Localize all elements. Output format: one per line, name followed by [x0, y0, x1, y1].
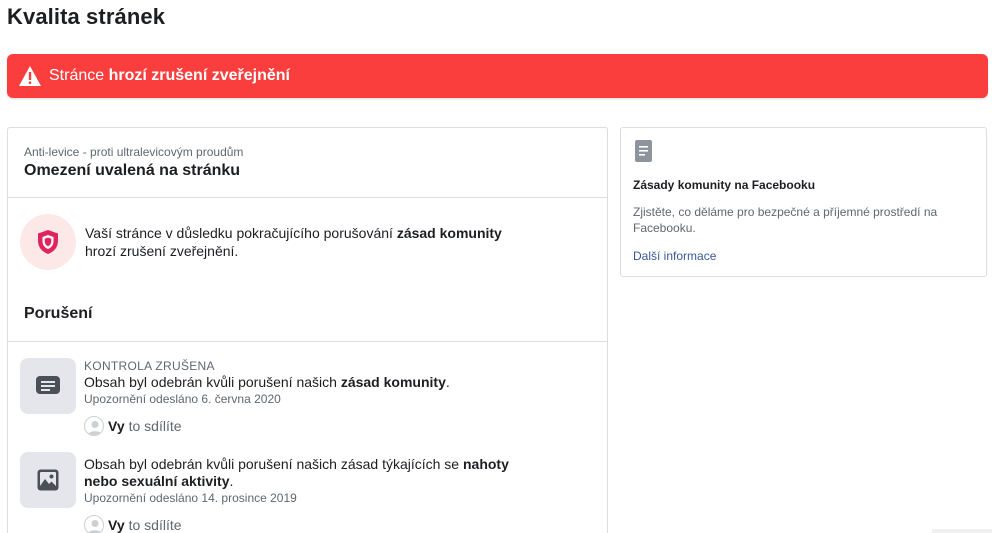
restriction-notice: Vaší stránce v důsledku pokračujícího po…: [20, 214, 515, 270]
violation-desc-bold[interactable]: zásad komunity: [341, 374, 446, 390]
alert-bold: hrozí zrušení zveřejnění: [108, 67, 290, 84]
side-text: Zjistěte, co děláme pro bezpečné a příje…: [633, 205, 938, 235]
corner-edge: [932, 529, 992, 533]
share-text: to sdílíte: [128, 418, 182, 434]
share-user: Vy: [108, 418, 125, 434]
share-user: Vy: [108, 517, 125, 533]
share-info: Vy to sdílíte: [84, 515, 524, 533]
side-title: Zásady komunity na Facebooku: [633, 178, 816, 192]
violation-desc-end: .: [229, 473, 234, 489]
violations-title: Porušení: [24, 305, 93, 322]
violation-item[interactable]: KONTROLA ZRUŠENA Obsah byl odebrán kvůli…: [20, 358, 524, 436]
violation-desc-text: Obsah byl odebrán kvůli porušení našich …: [84, 456, 463, 472]
page-name: Anti-levice - proti ultralevicovým proud…: [24, 145, 244, 159]
violation-description: Obsah byl odebrán kvůli porušení našich …: [84, 374, 524, 391]
card-header: Anti-levice - proti ultralevicovým proud…: [8, 128, 607, 198]
share-info: Vy to sdílíte: [84, 416, 524, 436]
learn-more-link[interactable]: Další informace: [633, 249, 716, 263]
restriction-text-after: hrozí zrušení zveřejnění.: [85, 243, 239, 259]
page-title: Kvalita stránek: [7, 4, 166, 29]
comment-icon: [20, 358, 76, 414]
card-title: Omezení uvalená na stránku: [24, 162, 241, 179]
alert-prefix: Stránce: [49, 67, 105, 84]
violation-description: Obsah byl odebrán kvůli porušení našich …: [84, 456, 524, 490]
divider: [8, 341, 607, 342]
restriction-text-before: Vaší stránce v důsledku pokračujícího po…: [85, 225, 397, 241]
restriction-text: Vaší stránce v důsledku pokračujícího po…: [85, 224, 515, 260]
warning-icon: [18, 65, 42, 87]
shield-icon: [20, 214, 76, 270]
restrictions-card: Anti-levice - proti ultralevicovým proud…: [7, 127, 608, 533]
violation-date: Upozornění odesláno 14. prosince 2019: [84, 491, 297, 505]
violation-date: Upozornění odesláno 6. června 2020: [84, 392, 281, 406]
avatar: [84, 416, 104, 436]
document-icon: [635, 140, 652, 167]
alert-banner: Stránce hrozí zrušení zveřejnění: [7, 54, 988, 98]
community-standards-card: Zásady komunity na Facebooku Zjistěte, c…: [620, 127, 987, 277]
violation-desc-end: .: [445, 374, 450, 390]
share-text: to sdílíte: [128, 517, 182, 533]
violation-status: KONTROLA ZRUŠENA: [84, 359, 215, 373]
image-icon: [20, 452, 76, 508]
community-standards-link[interactable]: zásad komunity: [397, 225, 502, 241]
avatar: [84, 515, 104, 533]
violation-desc-text: Obsah byl odebrán kvůli porušení našich: [84, 374, 341, 390]
violation-item[interactable]: Obsah byl odebrán kvůli porušení našich …: [20, 452, 524, 533]
